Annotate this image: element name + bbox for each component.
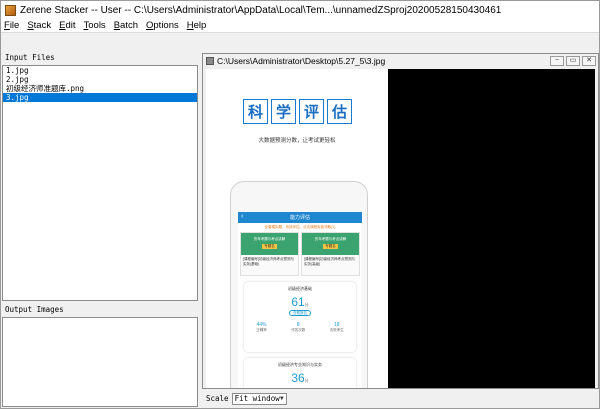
stat-item: 18 击败考生 <box>329 322 344 332</box>
score-box: 初级经济基础 61分 查看报告 44% 正确率 8 作答次数 18 击败考生 <box>244 282 356 352</box>
list-item[interactable]: 2.jpg <box>3 75 197 84</box>
course-card: 历年考题与考点讲解 专题名 [课程编号]初级经济师考点预测与实务(基础) <box>240 232 299 276</box>
menu-help[interactable]: Help <box>183 20 211 31</box>
image-canvas[interactable]: 科 学 评 估 大数据预测分数，让考试更轻松 ‹ 能力评估 全套模拟题，系统评估… <box>206 69 595 388</box>
displayed-image: 科 学 评 估 大数据预测分数，让考试更轻松 ‹ 能力评估 全套模拟题，系统评估… <box>206 69 388 388</box>
heading-char: 学 <box>271 99 296 124</box>
back-arrow-icon: ‹ <box>241 213 244 220</box>
left-panel: Input Files 1.jpg 2.jpg 初级经济师准题库.png 3.j… <box>2 53 198 407</box>
course-text: [课程编号]初级经济师考点预测与实务(高级) <box>304 257 355 266</box>
view-report-pill: 查看报告 <box>289 310 311 316</box>
phone-mockup: ‹ 能力评估 全套模拟题，系统评估，点击课程免费领取(1) 历年考题与考点讲解 … <box>230 181 368 388</box>
window-title: Zerene Stacker -- User -- C:\Users\Admin… <box>20 4 502 16</box>
course-tag: 专题名 <box>262 244 277 249</box>
image-heading: 科 学 评 估 <box>243 99 352 124</box>
score-title: 初级经济专业知识与实务 <box>278 362 322 367</box>
menu-tools[interactable]: Tools <box>80 20 110 31</box>
course-card: 历年考题与考点讲解 专题名 [课程编号]初级经济师考点预测与实务(高级) <box>301 232 360 276</box>
minimize-button[interactable]: − <box>550 56 564 66</box>
chevron-down-icon: ▼ <box>279 395 284 402</box>
phone-app-title: 能力评估 <box>289 215 310 221</box>
close-button[interactable]: ✕ <box>582 56 596 66</box>
title-bar: Zerene Stacker -- User -- C:\Users\Admin… <box>1 1 599 19</box>
list-item[interactable]: 1.jpg <box>3 66 197 75</box>
score-stats: 44% 正确率 8 作答次数 18 击败考生 <box>244 322 356 333</box>
image-viewer: C:\Users\Administrator\Desktop\5.27_5\3.… <box>202 53 599 389</box>
course-tag: 专题名 <box>323 244 338 249</box>
menu-edit[interactable]: Edit <box>55 20 79 31</box>
course-text: [课程编号]初级经济师考点预测与实务(基础) <box>243 257 294 266</box>
list-item-selected[interactable]: 3.jpg <box>3 93 197 102</box>
input-files-label: Input Files <box>2 53 198 63</box>
image-subline: 大数据预测分数，让考试更轻松 <box>258 138 336 144</box>
heading-char: 评 <box>299 99 324 124</box>
course-banner: 历年考题与考点讲解 专题名 <box>241 233 298 255</box>
course-banner: 历年考题与考点讲解 专题名 <box>302 233 359 255</box>
phone-cards: 历年考题与考点讲解 专题名 [课程编号]初级经济师考点预测与实务(基础) 历年考… <box>238 230 362 278</box>
score-title: 初级经济基础 <box>288 286 312 291</box>
stat-item: 44% 正确率 <box>256 322 267 332</box>
list-item[interactable]: 初级经济师准题库.png <box>3 84 197 93</box>
scale-label: Scale <box>206 394 229 403</box>
phone-appbar: ‹ 能力评估 <box>238 212 362 223</box>
viewer-footer: Scale Fit window ▼ <box>202 390 599 407</box>
scale-select[interactable]: Fit window ▼ <box>231 392 287 405</box>
output-images-list[interactable] <box>2 317 198 407</box>
heading-char: 科 <box>243 99 268 124</box>
viewer-path: C:\Users\Administrator\Desktop\5.27_5\3.… <box>217 56 386 66</box>
menu-file[interactable]: File <box>1 20 23 31</box>
menu-options[interactable]: Options <box>142 20 183 31</box>
app-window: Zerene Stacker -- User -- C:\Users\Admin… <box>0 0 600 409</box>
stat-item: 8 作答次数 <box>291 322 306 332</box>
restore-button[interactable]: ▭ <box>566 56 580 66</box>
score-value: 61分 <box>291 295 309 309</box>
score-value: 36分 <box>291 371 309 385</box>
menu-stack[interactable]: Stack <box>23 20 55 31</box>
heading-char: 估 <box>327 99 352 124</box>
image-icon <box>206 57 214 65</box>
score-box-2: 初级经济专业知识与实务 36分 <box>244 358 356 388</box>
output-images-label: Output Images <box>2 305 64 315</box>
menu-batch[interactable]: Batch <box>110 20 142 31</box>
phone-screen: ‹ 能力评估 全套模拟题，系统评估，点击课程免费领取(1) 历年考题与考点讲解 … <box>238 212 362 388</box>
input-files-list[interactable]: 1.jpg 2.jpg 初级经济师准题库.png 3.jpg <box>2 65 198 301</box>
app-icon <box>5 4 16 16</box>
viewer-header: C:\Users\Administrator\Desktop\5.27_5\3.… <box>203 54 598 68</box>
menu-bar: File Stack Edit Tools Batch Options Help <box>1 19 599 33</box>
